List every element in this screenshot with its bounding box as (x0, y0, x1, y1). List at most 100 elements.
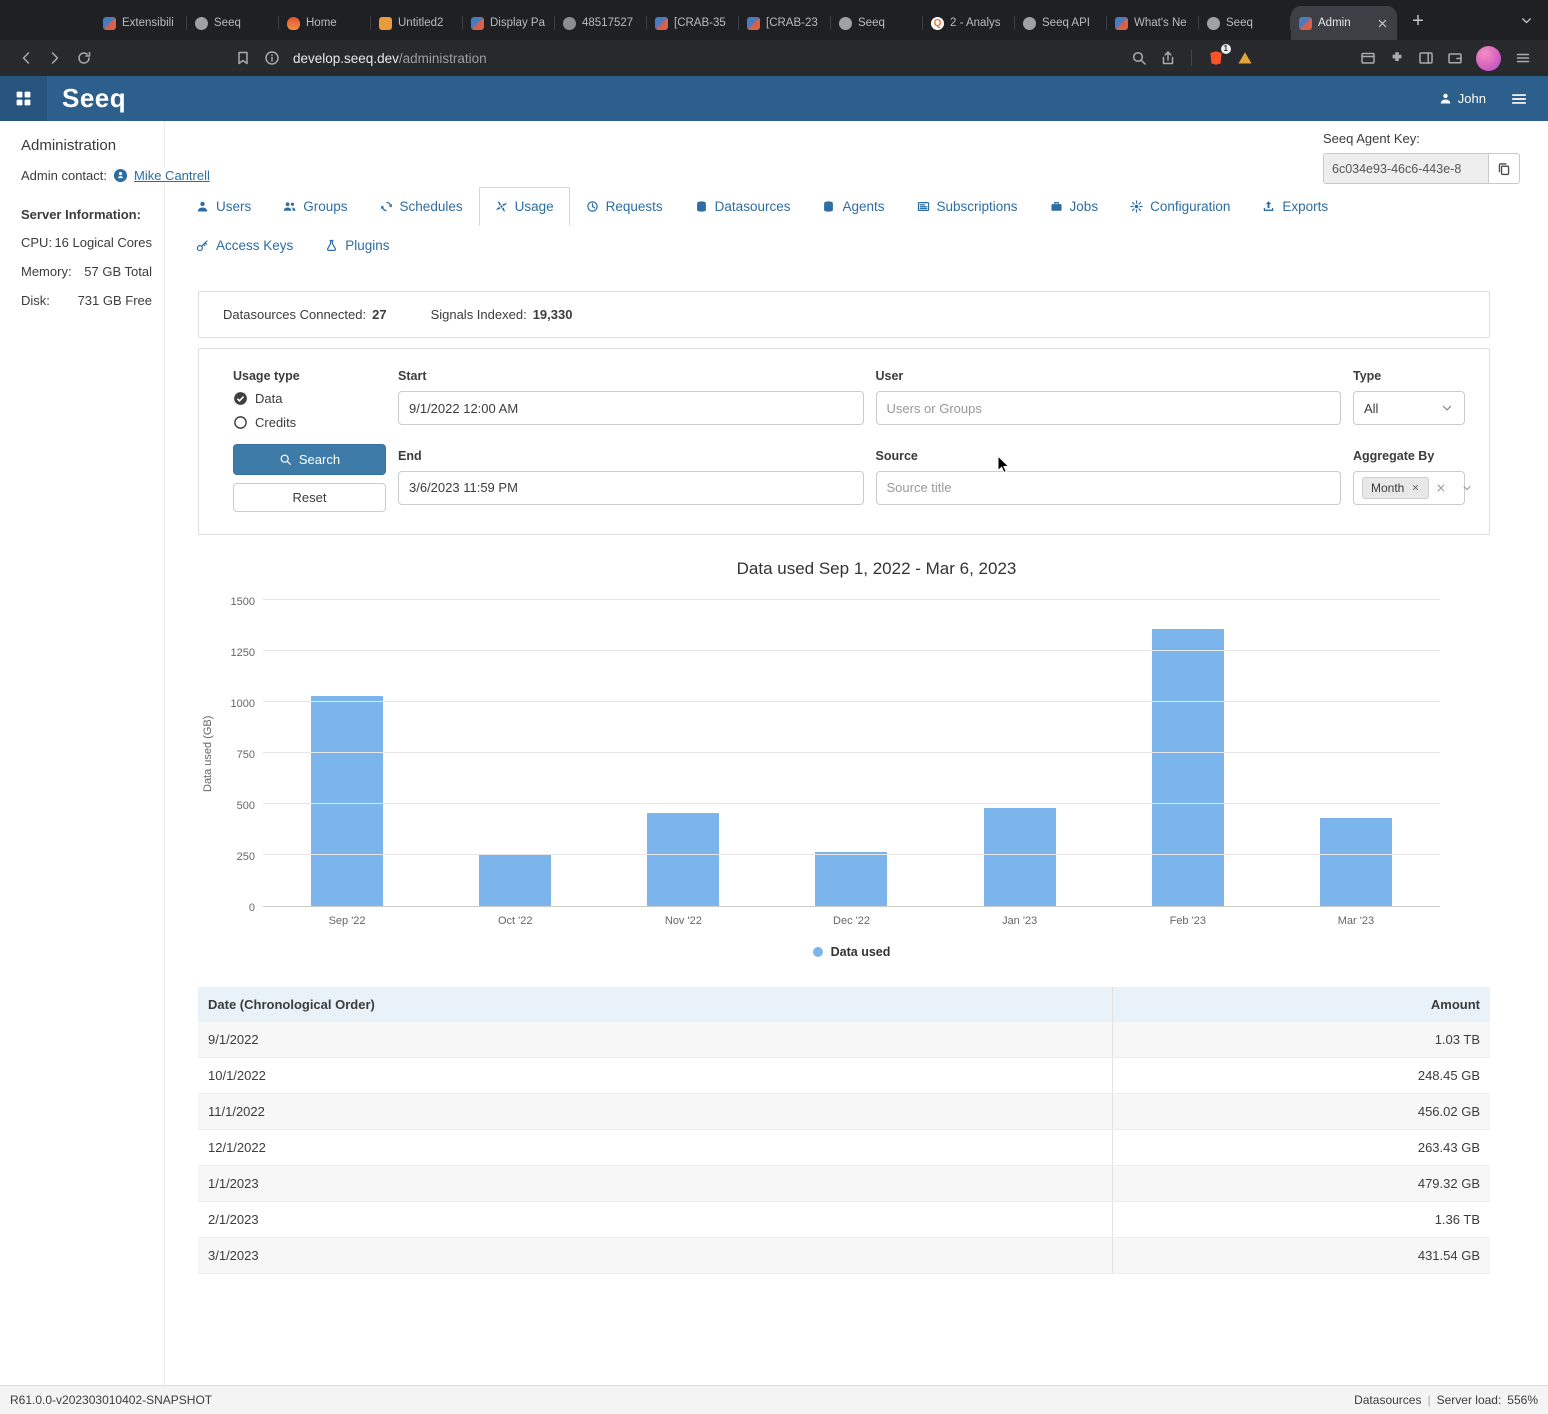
browser-tab[interactable]: Seeq (831, 6, 923, 40)
extension-shield-button[interactable] (1354, 45, 1381, 72)
data-bar[interactable] (815, 852, 887, 906)
seeq-logo[interactable]: Seeq (62, 83, 126, 114)
browser-menu-button[interactable] (1509, 45, 1536, 72)
bar-slot (431, 601, 599, 906)
zoom-button[interactable] (1125, 45, 1152, 72)
tab-requests[interactable]: Requests (570, 187, 679, 226)
browser-tab[interactable]: [CRAB-35 (647, 6, 739, 40)
table-row[interactable]: 10/1/2022248.45 GB (198, 1058, 1490, 1094)
wallet-button[interactable] (1441, 45, 1468, 72)
tab-exports[interactable]: Exports (1246, 187, 1344, 226)
data-bar[interactable] (984, 808, 1056, 906)
type-select[interactable]: All (1353, 391, 1465, 425)
browser-tab[interactable]: Home (279, 6, 371, 40)
aggregate-by-multiselect[interactable]: Month (1353, 471, 1465, 505)
data-bar[interactable] (647, 813, 719, 906)
address-bar[interactable]: develop.seeq.dev/administration (293, 51, 487, 66)
tab-close-icon[interactable] (1376, 17, 1389, 30)
browser-tab[interactable]: Seeq (187, 6, 279, 40)
chevron-down-icon[interactable] (1461, 482, 1473, 494)
agent-key-input[interactable] (1323, 153, 1489, 184)
tab-usage[interactable]: Usage (479, 187, 570, 226)
bookmark-button[interactable] (229, 45, 256, 72)
footer-datasources-link[interactable]: Datasources (1354, 1393, 1421, 1407)
app-menu-icon[interactable] (1510, 90, 1528, 108)
browser-tab[interactable]: [CRAB-23 (739, 6, 831, 40)
stat-value: 19,330 (533, 307, 573, 322)
data-bar[interactable] (1320, 818, 1392, 906)
browser-tab[interactable]: Admin (1291, 6, 1397, 40)
data-bar[interactable] (1152, 629, 1224, 906)
sidebar-toggle-button[interactable] (1412, 45, 1439, 72)
server-info-label: Disk: (21, 293, 50, 308)
tab-access-keys[interactable]: Access Keys (180, 226, 309, 265)
data-bar[interactable] (479, 855, 551, 906)
browser-tab[interactable]: Untitled2 (371, 6, 463, 40)
copy-agent-key-button[interactable] (1489, 153, 1520, 184)
usage-type-option-data[interactable]: Data (233, 391, 386, 406)
tab-schedules[interactable]: Schedules (364, 187, 479, 226)
forward-button[interactable] (41, 45, 68, 72)
tab-label: Subscriptions (937, 199, 1018, 214)
chart-legend[interactable]: Data used (263, 945, 1440, 959)
brave-shields-button[interactable]: 1 (1202, 45, 1229, 72)
table-cell-amount: 248.45 GB (1113, 1058, 1490, 1093)
tab-agents[interactable]: Agents (806, 187, 900, 226)
source-label: Source (876, 449, 1342, 463)
usage-type-label: Usage type (233, 369, 386, 383)
tab-datasources[interactable]: Datasources (679, 187, 807, 226)
table-row[interactable]: 9/1/20221.03 TB (198, 1022, 1490, 1058)
data-bar[interactable] (311, 696, 383, 906)
tab-label: Configuration (1150, 199, 1230, 214)
usage-type-option-credits[interactable]: Credits (233, 415, 386, 430)
warning-button[interactable] (1231, 45, 1258, 72)
tab-users[interactable]: Users (180, 187, 267, 226)
new-tab-button[interactable]: + (1403, 6, 1433, 36)
end-date-input[interactable] (398, 471, 864, 505)
site-info-button[interactable] (258, 45, 285, 72)
url-path: /administration (399, 51, 487, 66)
extensions-button[interactable] (1383, 45, 1410, 72)
refresh-button[interactable] (70, 45, 97, 72)
browser-tab[interactable]: Extensibili (95, 6, 187, 40)
search-button[interactable]: Search (233, 444, 386, 475)
admin-contact-link[interactable]: Mike Cantrell (134, 168, 210, 183)
browser-tab[interactable]: Seeq (1199, 6, 1291, 40)
share-button[interactable] (1154, 45, 1181, 72)
table-row[interactable]: 1/1/2023479.32 GB (198, 1166, 1490, 1202)
table-row[interactable]: 2/1/20231.36 TB (198, 1202, 1490, 1238)
source-input[interactable] (876, 471, 1342, 505)
tab-subscriptions[interactable]: Subscriptions (901, 187, 1034, 226)
x-axis-tick-label: Feb '23 (1104, 915, 1272, 927)
shields-badge: 1 (1221, 44, 1231, 54)
tab-jobs[interactable]: Jobs (1034, 187, 1115, 226)
tab-configuration[interactable]: Configuration (1114, 187, 1246, 226)
browser-tab[interactable]: Seeq API (1015, 6, 1107, 40)
export-icon (1262, 200, 1275, 213)
browser-tab[interactable]: Display Pa (463, 6, 555, 40)
tab-groups[interactable]: Groups (267, 187, 363, 226)
app-switcher-button[interactable] (0, 76, 47, 121)
tab-search-chevron-icon[interactable] (1519, 13, 1534, 28)
column-header-amount[interactable]: Amount (1113, 987, 1490, 1022)
aggregate-tag-month[interactable]: Month (1362, 477, 1429, 499)
table-row[interactable]: 12/1/2022263.43 GB (198, 1130, 1490, 1166)
start-date-input[interactable] (398, 391, 864, 425)
tab-plugins[interactable]: Plugins (309, 226, 405, 265)
server-info-row: CPU:16 Logical Cores (21, 235, 152, 250)
back-button[interactable] (12, 45, 39, 72)
user-input[interactable] (876, 391, 1342, 425)
y-axis-tick-label: 1250 (231, 647, 255, 659)
browser-tab[interactable]: Q2 - Analys (923, 6, 1015, 40)
browser-tab[interactable]: 48517527 (555, 6, 647, 40)
clear-selection-icon[interactable] (1435, 482, 1447, 494)
table-row[interactable]: 11/1/2022456.02 GB (198, 1094, 1490, 1130)
tab-favicon-icon: Q (931, 17, 944, 30)
browser-tab[interactable]: What's Ne (1107, 6, 1199, 40)
reset-button[interactable]: Reset (233, 483, 386, 512)
column-header-date[interactable]: Date (Chronological Order) (198, 987, 1113, 1022)
user-menu[interactable]: John (1439, 91, 1486, 106)
remove-tag-icon[interactable] (1411, 483, 1420, 492)
profile-avatar[interactable] (1476, 46, 1501, 71)
table-row[interactable]: 3/1/2023431.54 GB (198, 1238, 1490, 1274)
